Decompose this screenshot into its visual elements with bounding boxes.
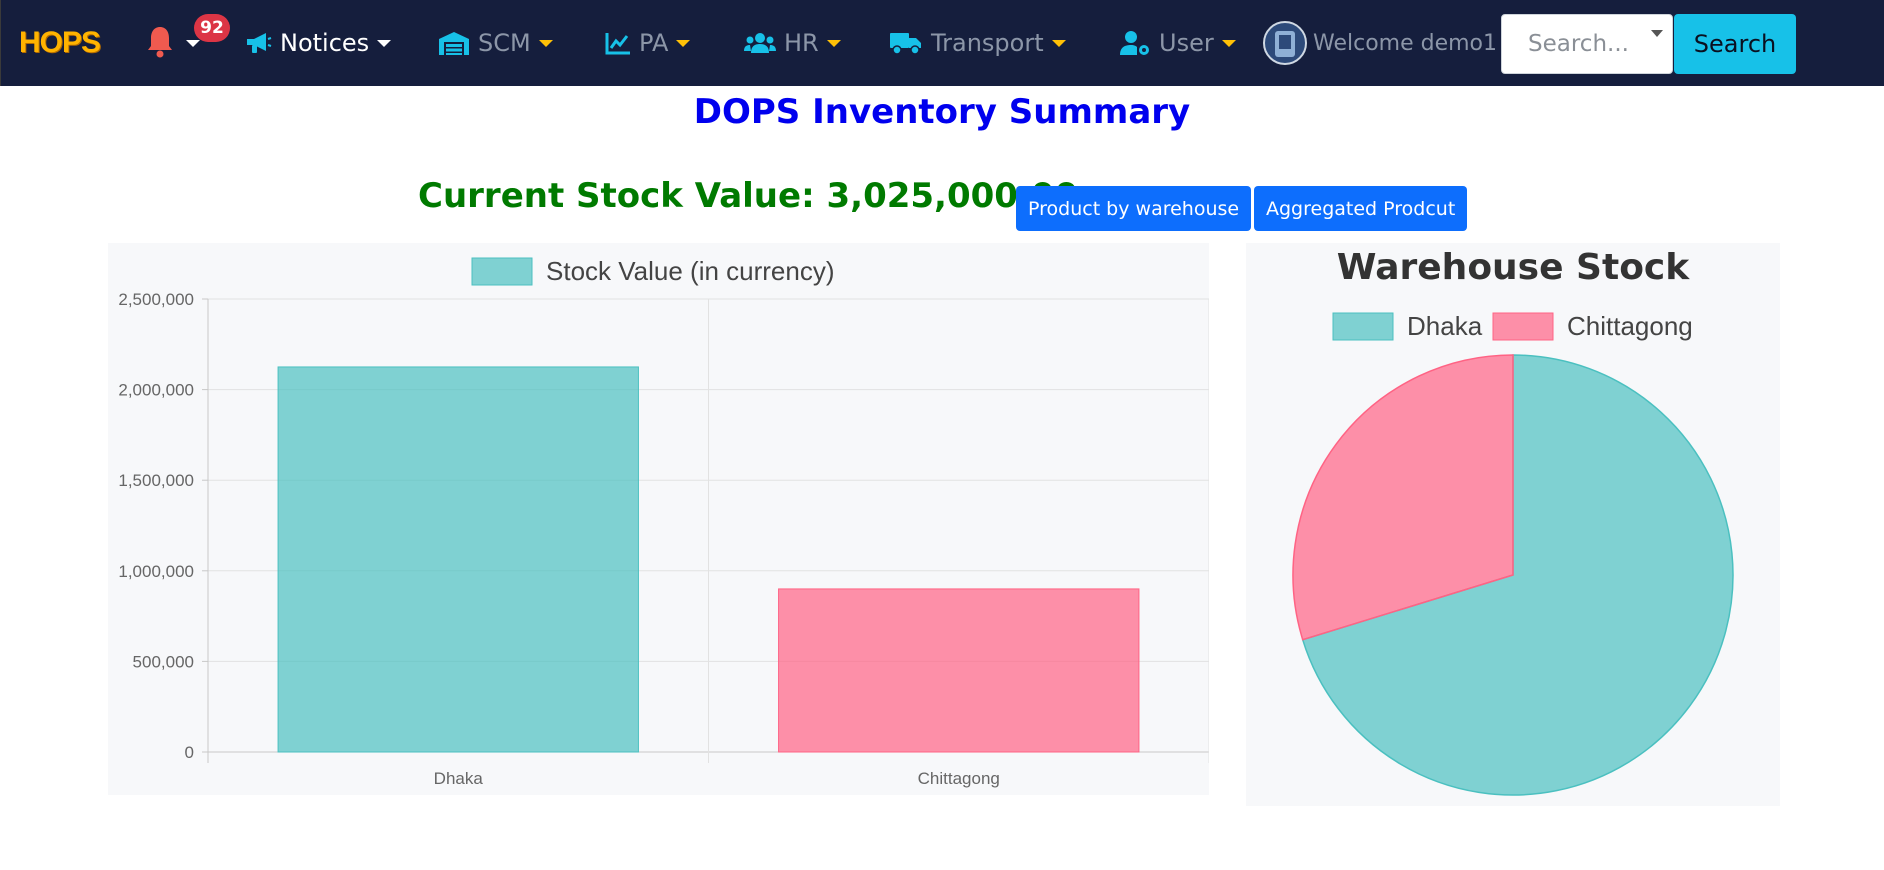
nav-scm-label: SCM [478,29,531,57]
y-tick-label: 500,000 [133,652,194,671]
nav-user-label: User [1159,29,1214,57]
chevron-down-icon [676,39,691,47]
y-tick-label: 1,000,000 [118,562,194,581]
bar-chart: Stock Value (in currency) 0 500,000 1,000,0… [118,256,1210,788]
pie-chart-panel: Warehouse Stock Dhaka Chittagong [1246,243,1780,806]
pie-legend-label: Dhaka [1407,311,1483,341]
nav-scm[interactable]: SCM [438,22,553,64]
nav-user[interactable]: User [1119,22,1236,64]
notifications-dropdown-caret[interactable] [186,40,200,47]
bar-chart-panel: Stock Value (in currency) 0 500,000 1,000,0… [108,243,1210,795]
current-stock-value: Current Stock Value: 3,025,000.00 [418,176,1079,216]
chevron-down-icon [538,39,553,47]
truck-icon [890,33,921,55]
chart-line-icon [605,33,630,55]
pie-legend-swatch [1492,312,1554,341]
notification-count-badge: 92 [194,14,230,42]
nav-notices-label: Notices [280,29,370,57]
welcome-user[interactable]: Welcome demo1 [1263,20,1497,66]
nav-hr-label: HR [784,29,819,57]
search-button[interactable]: Search [1674,14,1796,74]
legend-label: Stock Value (in currency) [546,256,835,286]
x-tick-label: Dhaka [434,769,484,788]
nav-notices[interactable]: Notices [244,22,392,64]
legend-swatch [471,257,533,286]
bar-dhaka [277,366,639,753]
y-tick-label: 1,500,000 [118,471,194,490]
search-dropdown-caret[interactable] [1651,30,1663,37]
pie-chart: Warehouse Stock Dhaka Chittagong [1292,247,1734,796]
welcome-text: Welcome demo1 [1313,30,1498,56]
bell-icon[interactable] [145,24,175,60]
product-by-warehouse-button[interactable]: Product by warehouse [1016,186,1252,231]
y-tick-label: 2,500,000 [118,290,194,309]
avatar [1263,21,1307,65]
nav-transport[interactable]: Transport [889,22,1066,64]
nav-pa-label: PA [639,29,669,57]
pie-legend-label: Chittagong [1567,311,1693,341]
x-tick-label: Chittagong [918,769,1000,788]
search-input[interactable] [1501,14,1673,74]
chevron-down-icon [826,39,841,47]
warehouse-icon [439,32,469,55]
pie-legend-swatch [1332,312,1394,341]
aggregated-product-button[interactable]: Aggregated Prodcut [1254,186,1468,231]
bar-chittagong [778,588,1140,753]
chevron-down-icon [1051,39,1066,47]
page-title: DOPS Inventory Summary [693,92,1191,132]
y-tick-label: 0 [185,743,194,762]
nav-hr[interactable]: HR [744,22,841,64]
nav-pa[interactable]: PA [605,22,691,64]
chevron-down-icon [1221,39,1236,47]
pie-title: Warehouse Stock [1337,247,1690,288]
megaphone-icon [247,33,272,53]
chevron-down-icon [377,39,392,47]
users-icon [744,33,776,53]
nav-transport-label: Transport [931,29,1044,57]
brand-logo[interactable]: HOPS [19,26,101,60]
user-cog-icon [1120,31,1149,55]
y-tick-label: 2,000,000 [118,381,194,400]
top-navbar: HOPS 92 Notices SCM PA HR Transport User… [0,0,1884,86]
